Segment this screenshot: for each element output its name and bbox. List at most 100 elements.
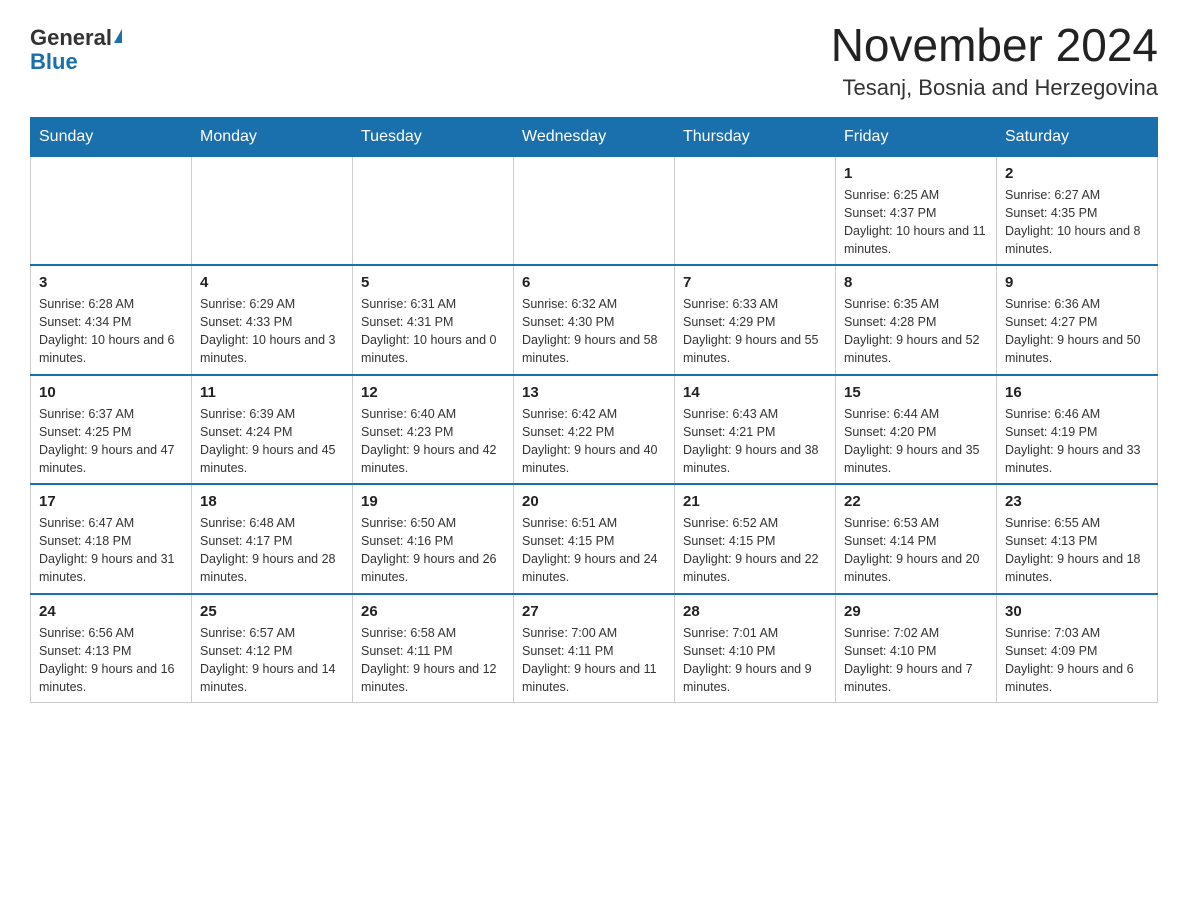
day-info: Sunrise: 6:31 AMSunset: 4:31 PMDaylight:… bbox=[361, 295, 505, 368]
calendar-cell: 5Sunrise: 6:31 AMSunset: 4:31 PMDaylight… bbox=[353, 265, 514, 375]
day-number: 6 bbox=[522, 272, 666, 293]
calendar-cell: 10Sunrise: 6:37 AMSunset: 4:25 PMDayligh… bbox=[31, 375, 192, 485]
day-info: Sunrise: 6:27 AMSunset: 4:35 PMDaylight:… bbox=[1005, 186, 1149, 259]
calendar-cell: 25Sunrise: 6:57 AMSunset: 4:12 PMDayligh… bbox=[192, 594, 353, 703]
day-number: 10 bbox=[39, 382, 183, 403]
day-number: 19 bbox=[361, 491, 505, 512]
day-info: Sunrise: 6:56 AMSunset: 4:13 PMDaylight:… bbox=[39, 624, 183, 697]
logo: General Blue bbox=[30, 26, 122, 74]
day-info: Sunrise: 6:50 AMSunset: 4:16 PMDaylight:… bbox=[361, 514, 505, 587]
calendar-cell bbox=[31, 156, 192, 265]
calendar-cell: 17Sunrise: 6:47 AMSunset: 4:18 PMDayligh… bbox=[31, 484, 192, 594]
logo-triangle-icon bbox=[114, 29, 122, 43]
calendar-cell: 18Sunrise: 6:48 AMSunset: 4:17 PMDayligh… bbox=[192, 484, 353, 594]
calendar-cell: 15Sunrise: 6:44 AMSunset: 4:20 PMDayligh… bbox=[836, 375, 997, 485]
day-info: Sunrise: 6:32 AMSunset: 4:30 PMDaylight:… bbox=[522, 295, 666, 368]
day-number: 14 bbox=[683, 382, 827, 403]
day-number: 23 bbox=[1005, 491, 1149, 512]
calendar-cell: 9Sunrise: 6:36 AMSunset: 4:27 PMDaylight… bbox=[997, 265, 1158, 375]
header: General Blue November 2024 Tesanj, Bosni… bbox=[30, 20, 1158, 101]
day-number: 22 bbox=[844, 491, 988, 512]
day-number: 15 bbox=[844, 382, 988, 403]
day-number: 4 bbox=[200, 272, 344, 293]
week-row-1: 1Sunrise: 6:25 AMSunset: 4:37 PMDaylight… bbox=[31, 156, 1158, 265]
calendar-cell: 20Sunrise: 6:51 AMSunset: 4:15 PMDayligh… bbox=[514, 484, 675, 594]
calendar-cell: 29Sunrise: 7:02 AMSunset: 4:10 PMDayligh… bbox=[836, 594, 997, 703]
day-info: Sunrise: 6:48 AMSunset: 4:17 PMDaylight:… bbox=[200, 514, 344, 587]
day-number: 3 bbox=[39, 272, 183, 293]
day-info: Sunrise: 6:44 AMSunset: 4:20 PMDaylight:… bbox=[844, 405, 988, 478]
day-info: Sunrise: 6:40 AMSunset: 4:23 PMDaylight:… bbox=[361, 405, 505, 478]
day-number: 18 bbox=[200, 491, 344, 512]
weekday-header-friday: Friday bbox=[836, 117, 997, 156]
calendar-cell: 12Sunrise: 6:40 AMSunset: 4:23 PMDayligh… bbox=[353, 375, 514, 485]
day-number: 24 bbox=[39, 601, 183, 622]
day-number: 12 bbox=[361, 382, 505, 403]
day-number: 17 bbox=[39, 491, 183, 512]
calendar-cell: 27Sunrise: 7:00 AMSunset: 4:11 PMDayligh… bbox=[514, 594, 675, 703]
calendar-cell: 22Sunrise: 6:53 AMSunset: 4:14 PMDayligh… bbox=[836, 484, 997, 594]
calendar-cell: 28Sunrise: 7:01 AMSunset: 4:10 PMDayligh… bbox=[675, 594, 836, 703]
day-number: 26 bbox=[361, 601, 505, 622]
calendar-cell: 8Sunrise: 6:35 AMSunset: 4:28 PMDaylight… bbox=[836, 265, 997, 375]
day-info: Sunrise: 6:58 AMSunset: 4:11 PMDaylight:… bbox=[361, 624, 505, 697]
calendar-cell bbox=[192, 156, 353, 265]
day-number: 2 bbox=[1005, 163, 1149, 184]
calendar-cell: 30Sunrise: 7:03 AMSunset: 4:09 PMDayligh… bbox=[997, 594, 1158, 703]
week-row-4: 17Sunrise: 6:47 AMSunset: 4:18 PMDayligh… bbox=[31, 484, 1158, 594]
day-number: 13 bbox=[522, 382, 666, 403]
day-number: 29 bbox=[844, 601, 988, 622]
calendar-table: SundayMondayTuesdayWednesdayThursdayFrid… bbox=[30, 117, 1158, 704]
day-info: Sunrise: 6:36 AMSunset: 4:27 PMDaylight:… bbox=[1005, 295, 1149, 368]
calendar-cell bbox=[353, 156, 514, 265]
day-info: Sunrise: 6:47 AMSunset: 4:18 PMDaylight:… bbox=[39, 514, 183, 587]
day-number: 28 bbox=[683, 601, 827, 622]
day-info: Sunrise: 6:55 AMSunset: 4:13 PMDaylight:… bbox=[1005, 514, 1149, 587]
day-info: Sunrise: 7:00 AMSunset: 4:11 PMDaylight:… bbox=[522, 624, 666, 697]
day-number: 9 bbox=[1005, 272, 1149, 293]
day-number: 7 bbox=[683, 272, 827, 293]
calendar-cell: 7Sunrise: 6:33 AMSunset: 4:29 PMDaylight… bbox=[675, 265, 836, 375]
day-number: 30 bbox=[1005, 601, 1149, 622]
calendar-cell: 16Sunrise: 6:46 AMSunset: 4:19 PMDayligh… bbox=[997, 375, 1158, 485]
calendar-cell: 21Sunrise: 6:52 AMSunset: 4:15 PMDayligh… bbox=[675, 484, 836, 594]
calendar-cell: 19Sunrise: 6:50 AMSunset: 4:16 PMDayligh… bbox=[353, 484, 514, 594]
weekday-header-row: SundayMondayTuesdayWednesdayThursdayFrid… bbox=[31, 117, 1158, 156]
calendar-cell: 1Sunrise: 6:25 AMSunset: 4:37 PMDaylight… bbox=[836, 156, 997, 265]
calendar-cell: 14Sunrise: 6:43 AMSunset: 4:21 PMDayligh… bbox=[675, 375, 836, 485]
day-info: Sunrise: 7:03 AMSunset: 4:09 PMDaylight:… bbox=[1005, 624, 1149, 697]
day-info: Sunrise: 6:57 AMSunset: 4:12 PMDaylight:… bbox=[200, 624, 344, 697]
day-number: 5 bbox=[361, 272, 505, 293]
day-number: 27 bbox=[522, 601, 666, 622]
day-info: Sunrise: 7:01 AMSunset: 4:10 PMDaylight:… bbox=[683, 624, 827, 697]
week-row-2: 3Sunrise: 6:28 AMSunset: 4:34 PMDaylight… bbox=[31, 265, 1158, 375]
week-row-3: 10Sunrise: 6:37 AMSunset: 4:25 PMDayligh… bbox=[31, 375, 1158, 485]
weekday-header-monday: Monday bbox=[192, 117, 353, 156]
calendar-cell bbox=[675, 156, 836, 265]
day-info: Sunrise: 7:02 AMSunset: 4:10 PMDaylight:… bbox=[844, 624, 988, 697]
day-info: Sunrise: 6:33 AMSunset: 4:29 PMDaylight:… bbox=[683, 295, 827, 368]
calendar-cell: 6Sunrise: 6:32 AMSunset: 4:30 PMDaylight… bbox=[514, 265, 675, 375]
calendar-cell bbox=[514, 156, 675, 265]
day-info: Sunrise: 6:35 AMSunset: 4:28 PMDaylight:… bbox=[844, 295, 988, 368]
calendar-cell: 2Sunrise: 6:27 AMSunset: 4:35 PMDaylight… bbox=[997, 156, 1158, 265]
day-info: Sunrise: 6:52 AMSunset: 4:15 PMDaylight:… bbox=[683, 514, 827, 587]
calendar-cell: 4Sunrise: 6:29 AMSunset: 4:33 PMDaylight… bbox=[192, 265, 353, 375]
day-info: Sunrise: 6:53 AMSunset: 4:14 PMDaylight:… bbox=[844, 514, 988, 587]
day-info: Sunrise: 6:46 AMSunset: 4:19 PMDaylight:… bbox=[1005, 405, 1149, 478]
weekday-header-tuesday: Tuesday bbox=[353, 117, 514, 156]
calendar-cell: 23Sunrise: 6:55 AMSunset: 4:13 PMDayligh… bbox=[997, 484, 1158, 594]
month-title: November 2024 bbox=[831, 20, 1158, 71]
weekday-header-saturday: Saturday bbox=[997, 117, 1158, 156]
day-number: 16 bbox=[1005, 382, 1149, 403]
calendar-cell: 24Sunrise: 6:56 AMSunset: 4:13 PMDayligh… bbox=[31, 594, 192, 703]
day-number: 25 bbox=[200, 601, 344, 622]
day-info: Sunrise: 6:28 AMSunset: 4:34 PMDaylight:… bbox=[39, 295, 183, 368]
week-row-5: 24Sunrise: 6:56 AMSunset: 4:13 PMDayligh… bbox=[31, 594, 1158, 703]
day-info: Sunrise: 6:39 AMSunset: 4:24 PMDaylight:… bbox=[200, 405, 344, 478]
calendar-cell: 13Sunrise: 6:42 AMSunset: 4:22 PMDayligh… bbox=[514, 375, 675, 485]
day-number: 11 bbox=[200, 382, 344, 403]
weekday-header-sunday: Sunday bbox=[31, 117, 192, 156]
weekday-header-thursday: Thursday bbox=[675, 117, 836, 156]
day-number: 20 bbox=[522, 491, 666, 512]
